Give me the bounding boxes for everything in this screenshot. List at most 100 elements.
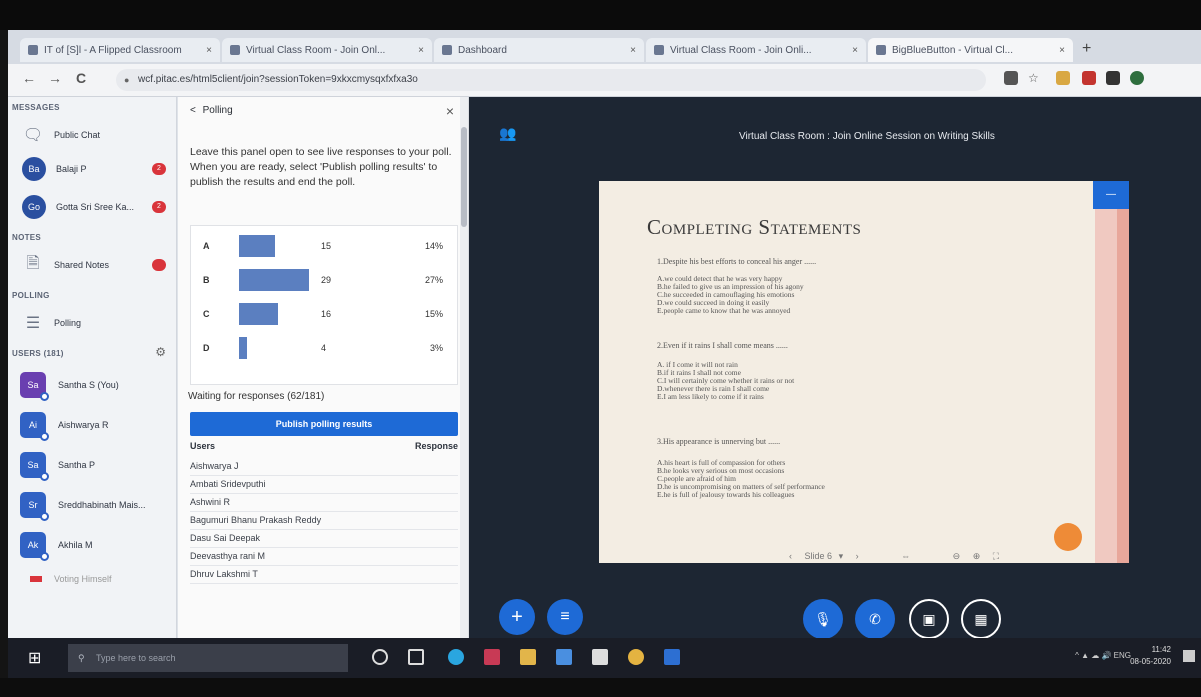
edge-icon[interactable] — [448, 649, 464, 665]
browser-tab[interactable]: Virtual Class Room - Join Onli... × — [646, 38, 866, 62]
presenter-cursor — [1054, 523, 1082, 551]
cortana-icon[interactable] — [372, 649, 388, 665]
tab-favicon-icon — [654, 45, 664, 55]
polling-scrollbar[interactable] — [460, 97, 468, 653]
task-view-icon[interactable] — [408, 649, 424, 665]
next-slide-icon[interactable]: › — [856, 551, 859, 561]
chat-item-balaji[interactable]: Ba Balaji P 2 — [8, 153, 174, 185]
browser-tab[interactable]: Virtual Class Room - Join Onl... × — [222, 38, 432, 62]
fit-width-icon[interactable]: ⇔ — [901, 551, 910, 561]
slide-menu-button[interactable]: — — [1093, 181, 1129, 209]
reload-icon[interactable]: C — [76, 70, 86, 86]
poll-result-bar — [239, 337, 247, 359]
slide-question: 3.His appearance is unnerving but ...... — [657, 437, 781, 446]
chevron-down-icon[interactable]: ▾ — [839, 551, 844, 561]
mail-icon[interactable] — [556, 649, 572, 665]
zoom-out-icon[interactable]: ⊖ — [953, 551, 961, 561]
poll-users-header: Users Response — [190, 441, 458, 451]
tab-title: Virtual Class Room - Join Onli... — [670, 44, 812, 56]
user-item[interactable]: Voting Himself — [8, 567, 174, 591]
puzzle-icon[interactable] — [1106, 71, 1120, 85]
publish-poll-button[interactable]: Publish polling results — [190, 412, 458, 436]
close-icon[interactable]: × — [446, 103, 454, 119]
shared-notes-item[interactable]: 🗎 Shared Notes — [8, 249, 174, 281]
back-icon[interactable]: ← — [22, 70, 36, 86]
extension-icon[interactable] — [1056, 71, 1070, 85]
camera-icon[interactable]: ▣ — [909, 599, 949, 639]
chrome-icon[interactable] — [628, 649, 644, 665]
clock-time: 11:42 — [1151, 645, 1171, 654]
poll-result-row: D 4 3% — [191, 334, 457, 362]
messages-section-title: MESSAGES — [12, 103, 60, 112]
close-icon[interactable]: × — [846, 45, 858, 56]
zoom-in-icon[interactable]: ⊕ — [973, 551, 981, 561]
browser-tab[interactable]: IT of [S]l - A Flipped Classroom × — [20, 38, 220, 62]
phone-icon[interactable]: ✆ — [855, 599, 895, 639]
browser-toolbar: ← → C ● wcf.pitac.es/html5client/join?se… — [8, 64, 1201, 97]
add-action-button[interactable]: + — [499, 599, 535, 635]
app-icon[interactable] — [484, 649, 500, 665]
user-item[interactable]: Ak Akhila M — [8, 527, 174, 563]
extension-icon[interactable] — [1082, 71, 1096, 85]
windows-start-icon[interactable]: ⊞ — [28, 648, 46, 667]
fullscreen-icon[interactable]: ⛶ — [993, 551, 999, 561]
search-placeholder: Type here to search — [96, 653, 176, 663]
scrollbar-thumb[interactable] — [461, 127, 467, 227]
user-item[interactable]: Sa Santha P — [8, 447, 174, 483]
clock-date: 08-05-2020 — [1130, 657, 1171, 666]
tab-favicon-icon — [28, 45, 38, 55]
app-icon[interactable] — [664, 649, 680, 665]
notes-section-title: NOTES — [12, 233, 42, 242]
session-title: Virtual Class Room : Join Online Session… — [739, 131, 995, 142]
profile-icon[interactable] — [1130, 71, 1144, 85]
taskbar-search[interactable]: ⚲ Type here to search — [68, 644, 348, 672]
lock-icon: ● — [124, 75, 130, 85]
polling-header[interactable]: < Polling — [190, 105, 233, 116]
poll-user-row: Deevasthya rani M — [190, 547, 458, 566]
back-icon[interactable]: < — [190, 105, 196, 116]
notification-icon[interactable] — [1183, 650, 1195, 662]
taskbar-clock[interactable]: 11:42 08-05-2020 — [1130, 644, 1171, 668]
browser-tab[interactable]: Dashboard × — [434, 38, 644, 62]
slide-selector[interactable]: Slide 6 — [805, 551, 833, 561]
user-item[interactable]: Sr Sreddhabinath Mais... — [8, 487, 174, 523]
extension-icon[interactable] — [1004, 71, 1018, 85]
close-icon[interactable]: × — [412, 45, 424, 56]
poll-user-row: Ambati Sridevputhi — [190, 475, 458, 494]
star-icon[interactable]: ☆ — [1028, 71, 1042, 85]
folder-icon[interactable] — [520, 649, 536, 665]
language-indicator: ENG — [1113, 651, 1131, 660]
browser-tab-active[interactable]: BigBlueButton - Virtual Cl... × — [868, 38, 1073, 62]
poll-result-percent: 15% — [424, 309, 443, 319]
users-column-header: Users — [190, 441, 216, 451]
store-icon[interactable] — [592, 649, 608, 665]
address-bar[interactable]: ● wcf.pitac.es/html5client/join?sessionT… — [116, 69, 986, 91]
forward-icon[interactable]: → — [48, 70, 62, 86]
unread-badge: 2 — [152, 201, 166, 213]
users-icon[interactable]: 👥 — [499, 125, 516, 142]
new-tab-button[interactable]: + — [1082, 40, 1091, 58]
polling-item[interactable]: ☰ Polling — [8, 307, 174, 339]
chat-name: Balaji P — [56, 164, 87, 174]
chat-item-gotta[interactable]: Go Gotta Sri Sree Ka... 2 — [8, 191, 174, 223]
close-icon[interactable]: × — [200, 45, 212, 56]
prev-slide-icon[interactable]: ‹ — [789, 551, 792, 561]
poll-list-button[interactable]: ≡ — [547, 599, 583, 635]
users-section-title: USERS (181) — [12, 349, 64, 358]
tab-title: Virtual Class Room - Join Onl... — [246, 44, 386, 56]
user-item[interactable]: Ai Aishwarya R — [8, 407, 174, 443]
system-tray[interactable]: ^ ▲ ☁ 🔊 ENG — [1075, 651, 1131, 660]
avatar: Ai — [20, 412, 49, 441]
tab-title: BigBlueButton - Virtual Cl... — [892, 44, 1013, 56]
presentation-slide: — Completing Statements 1.Despite his be… — [599, 181, 1129, 563]
gear-icon[interactable]: ⚙ — [155, 345, 166, 359]
close-icon[interactable]: × — [1053, 45, 1065, 56]
user-item[interactable]: Sa Santha S (You) — [8, 367, 174, 403]
slide-title: Completing Statements — [647, 215, 862, 239]
close-icon[interactable]: × — [624, 45, 636, 56]
public-chat-item[interactable]: 🗨 Public Chat — [8, 119, 174, 151]
screenshare-icon[interactable]: ▦ — [961, 599, 1001, 639]
chat-name: Gotta Sri Sree Ka... — [56, 202, 135, 212]
poll-results-table: A 15 14% B 29 27% C 16 15% D 4 3% — [190, 225, 458, 385]
microphone-icon[interactable]: 🎙 — [803, 599, 843, 639]
